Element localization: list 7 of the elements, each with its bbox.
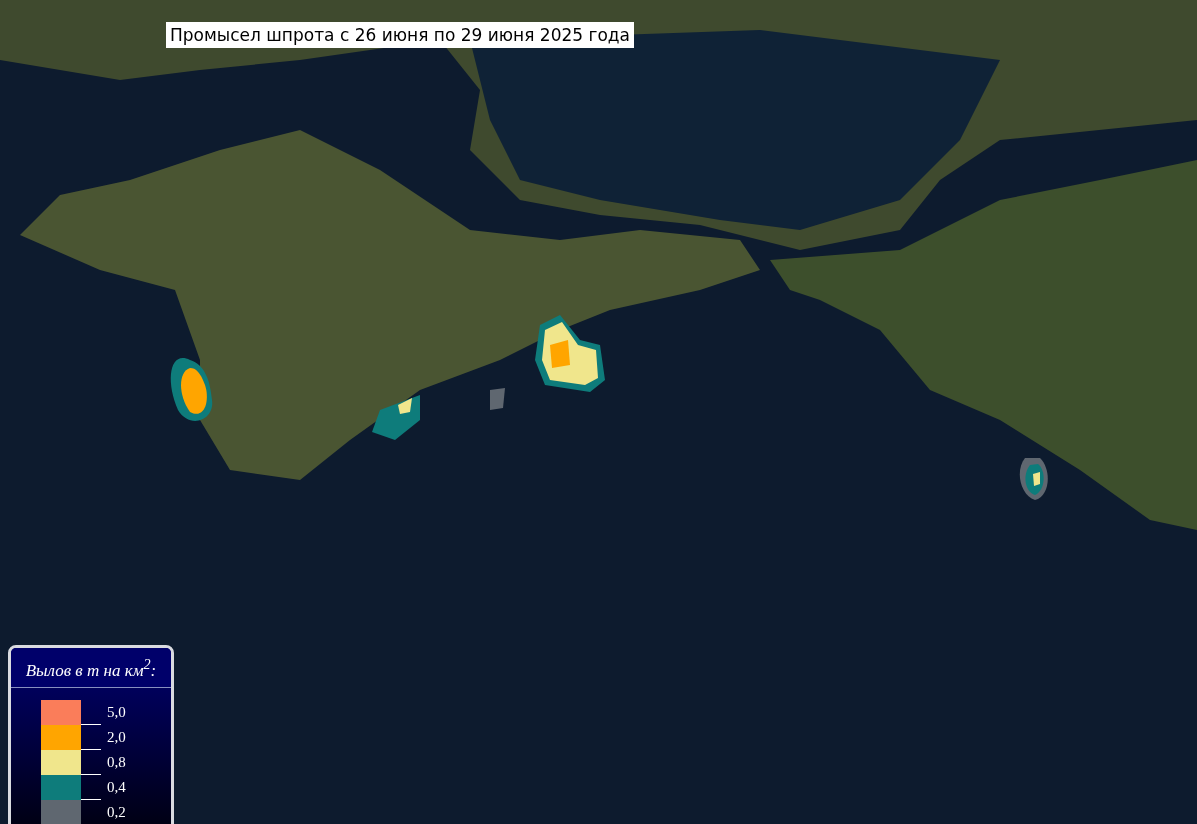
legend-label: 0,2 — [107, 803, 126, 821]
legend-label: 2,0 — [107, 728, 126, 746]
legend-title: Вылов в т на км$^{2}$: — [11, 648, 171, 688]
legend-label: 0,4 — [107, 778, 126, 796]
map-title: Промысел шпрота с 26 июня по 29 июня 2025 года — [166, 22, 634, 48]
legend-label: 0,8 — [107, 753, 126, 771]
legend-label: 5,0 — [107, 703, 126, 721]
